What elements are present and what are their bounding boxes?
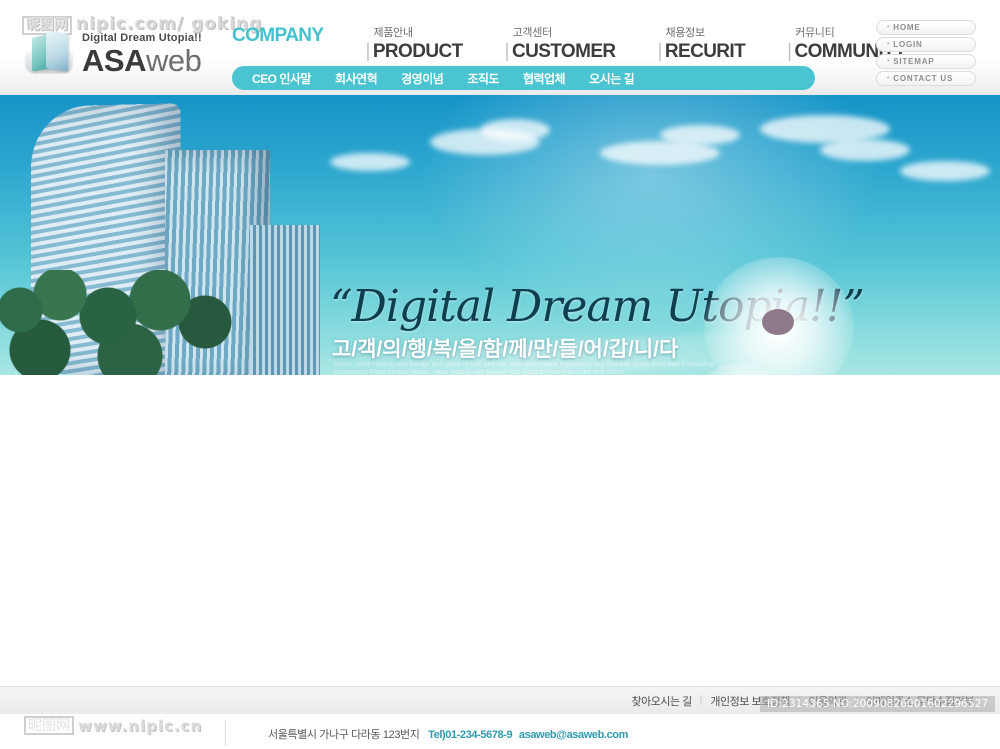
nav-en-company: COMPANY: [232, 25, 324, 46]
footer-watermark-url: www.nipic.cn: [78, 716, 203, 735]
nav-item-product[interactable]: 제품안내 | PRODUCT: [365, 24, 464, 63]
sub-navigation: CEO 인사말 회사연혁 경영이념 조직도 협력업체 오시는 길: [232, 66, 815, 90]
main-content: Notice & News MORE▶ 문화속 반도체 이야기 미래의 승자는 …: [0, 375, 1000, 675]
nav-kr-product: 제품안내: [373, 27, 414, 39]
bullet-icon: •: [887, 41, 891, 48]
subnav-item-ceo[interactable]: CEO 인사말: [232, 70, 323, 87]
subnav-item-partners[interactable]: 협력업체: [511, 70, 577, 87]
quicklink-contact-us[interactable]: • CONTACT US: [876, 71, 976, 86]
site-logo[interactable]: Digital Dream Utopia!! ASAweb: [24, 30, 202, 76]
quicklink-sitemap[interactable]: • SITEMAP: [876, 54, 976, 69]
hero-banner: “Digital Dream Utopia!!” 고/객/의/행/복/을/함/께…: [0, 95, 1000, 375]
address-text: 서울특별시 가나구 다라동 123번지: [268, 729, 420, 741]
nav-item-recurit[interactable]: 채용정보 | RECURIT: [658, 24, 746, 63]
footer-tel: Tel)01-234-5678-9: [428, 729, 513, 741]
nav-item-customer[interactable]: 고객센터 | CUSTOMER: [504, 24, 617, 63]
nav-en-customer: | CUSTOMER: [504, 41, 617, 62]
watermark-logo-box: 昵图网: [24, 716, 74, 735]
dandelion-small-image: [690, 363, 788, 375]
site-header: 昵图网 nipic.com/ goking Digital Dream Utopi…: [0, 0, 1000, 95]
main-navigation: COMPANY 제품안내 | PRODUCT 고객센터 | CUSTOMER 채용정…: [232, 24, 907, 63]
footer-divider: [225, 720, 226, 746]
subnav-item-directions[interactable]: 오시는 길: [577, 70, 646, 87]
footer-address: 서울특별시 가나구 다라동 123번지 Tel)01-234-5678-9 as…: [268, 726, 628, 742]
hero-subtitle: 고/객/의/행/복/을/함/께/만/들/어/갑/니/다: [332, 338, 679, 361]
hero-fine-print: Select --Web Hosting web Design best pla…: [334, 362, 714, 375]
logo-mark-icon: [24, 30, 76, 76]
separator: |: [699, 695, 703, 706]
nav-en-recurit: | RECURIT: [657, 41, 746, 62]
bullet-icon: •: [887, 24, 891, 31]
footer-logo: 昵图网 www.nipic.cn: [24, 716, 202, 735]
quicklink-login[interactable]: • LOGIN: [876, 37, 976, 52]
nav-en-product: | PRODUCT: [365, 41, 464, 62]
nav-item-company[interactable]: COMPANY: [232, 24, 324, 63]
logo-name: ASAweb: [82, 43, 202, 78]
nav-kr-recurit: 채용정보: [665, 27, 706, 39]
footer-email[interactable]: asaweb@asaweb.com: [519, 729, 628, 741]
footer-link-directions[interactable]: 찾아오시는 길: [632, 693, 693, 709]
logo-text: Digital Dream Utopia!! ASAweb: [82, 32, 202, 76]
subnav-item-history[interactable]: 회사연혁: [323, 70, 389, 87]
quicklink-home[interactable]: • HOME: [876, 20, 976, 35]
nav-kr-customer: 고객센터: [512, 27, 553, 39]
subnav-item-org[interactable]: 조직도: [455, 70, 511, 87]
site-footer: 昵图网 www.nipic.cn 서울특별시 가나구 다라동 123번지 Tel…: [0, 714, 1000, 749]
subnav-item-philosophy[interactable]: 경영이념: [389, 70, 455, 87]
dandelion-large-image: [704, 257, 854, 375]
bullet-icon: •: [887, 58, 891, 65]
quick-links: • HOME • LOGIN • SITEMAP • CONTACT US: [876, 20, 976, 88]
page-root: 昵图网 nipic.com/ goking Digital Dream Utopi…: [0, 0, 1000, 749]
bullet-icon: •: [887, 75, 891, 82]
stock-id-stamp: ID:2314365 NO:20090826001602296527: [760, 696, 996, 712]
